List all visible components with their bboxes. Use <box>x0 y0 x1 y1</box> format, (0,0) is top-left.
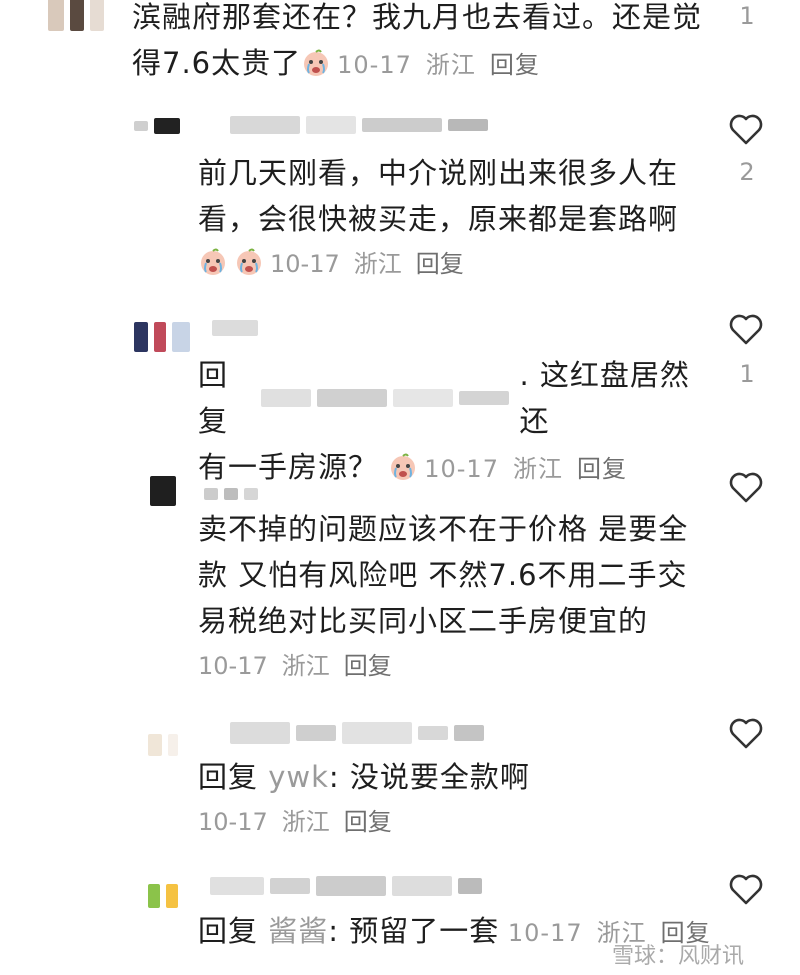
like-count: 2 <box>739 158 755 186</box>
username-redacted[interactable] <box>230 116 494 134</box>
avatar[interactable] <box>134 118 186 134</box>
avatar[interactable] <box>150 476 182 506</box>
comment-date: 10-17 <box>337 51 412 79</box>
like-count: 1 <box>739 360 755 388</box>
crying-face-emoji <box>391 453 416 480</box>
heart-outline-icon[interactable] <box>728 312 764 346</box>
reply-button[interactable]: 回复 <box>577 455 627 483</box>
comment-date: 10-17 <box>198 652 268 680</box>
reply-button[interactable]: 回复 <box>416 250 464 278</box>
avatar[interactable] <box>148 734 184 756</box>
mention-link[interactable]: 酱酱 <box>268 914 328 948</box>
like-count: 1 <box>739 2 755 30</box>
comment-meta: 10-17 浙江 回复 <box>198 646 406 686</box>
crying-face-emoji <box>304 49 329 76</box>
crying-face-emoji <box>237 248 261 275</box>
heart-outline-icon[interactable] <box>728 112 764 146</box>
username-redacted[interactable] <box>210 876 488 896</box>
comment-date: 10-17 <box>198 808 268 836</box>
mention-redacted[interactable] <box>261 389 515 407</box>
username-redacted[interactable] <box>230 722 490 744</box>
heart-outline-icon[interactable] <box>728 470 764 504</box>
username-redacted[interactable] <box>212 320 264 336</box>
comment-location: 浙江 <box>512 455 563 483</box>
comment-meta: 10-17 浙江 回复 <box>337 51 554 79</box>
avatar[interactable] <box>48 0 110 34</box>
heart-outline-icon[interactable] <box>728 872 764 906</box>
comment-location: 浙江 <box>425 51 476 79</box>
comment-date: 10-17 <box>270 250 340 278</box>
comment-location: 浙江 <box>281 808 330 836</box>
comment-location: 浙江 <box>353 250 402 278</box>
crying-face-emoji <box>201 248 225 275</box>
comment-text: 前几天刚看，中介说刚出来很多人在 看，会很快被买走，原来都是套路啊 <box>198 156 679 236</box>
reply-button[interactable]: 回复 <box>490 51 540 79</box>
mention-link[interactable]: ywk <box>268 760 329 794</box>
watermark-text: 雪球：风财讯 <box>612 944 745 969</box>
username-redacted[interactable] <box>204 488 264 500</box>
comment-text: 回复 ywk: 没说要全款啊 <box>198 760 530 794</box>
comment-location: 浙江 <box>281 652 330 680</box>
comment-date: 10-17 <box>507 919 583 947</box>
heart-outline-icon[interactable] <box>728 716 764 750</box>
comment-date: 10-17 <box>424 455 499 483</box>
comment-text: 回复 . 这红盘居然还 有一手房源？ 10-17 浙江 回复 <box>198 358 690 484</box>
watermark: 雪球：风财讯 <box>612 938 744 970</box>
comment-text: 滨融府那套还在？我九月也去看过。还是觉 得7.6太贵了 10-17 浙江 回复 <box>132 0 703 80</box>
comment-meta: 10-17 浙江 回复 <box>198 802 406 842</box>
avatar[interactable] <box>134 322 196 352</box>
avatar[interactable] <box>148 884 184 908</box>
reply-button[interactable]: 回复 <box>344 652 392 680</box>
comment-meta: 10-17 浙江 回复 <box>424 455 641 483</box>
comment-text: 卖不掉的问题应该不在于价格 是要全 款 又怕有风险吧 不然7.6不用二手交 易税… <box>198 512 689 638</box>
comment-meta: 10-17 浙江 回复 <box>198 244 478 284</box>
reply-button[interactable]: 回复 <box>344 808 392 836</box>
